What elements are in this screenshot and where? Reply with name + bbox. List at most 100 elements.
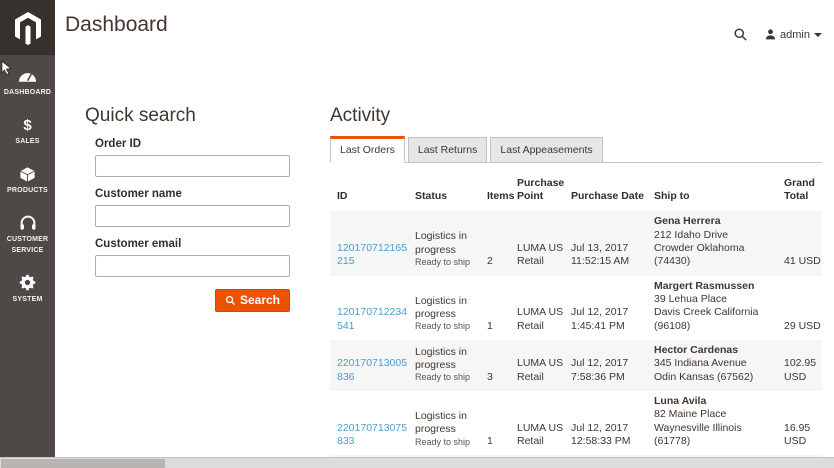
order-status-cell: Logistics in progress Ready to ship	[415, 391, 487, 455]
global-search-icon[interactable]	[733, 27, 748, 42]
purchase-time: 1:45:41 PM	[571, 319, 625, 332]
status-main: Logistics in progress	[415, 230, 467, 256]
caret-down-icon	[814, 32, 822, 37]
sidebar-item-products[interactable]: PRODUCTS	[0, 158, 55, 202]
gauge-icon	[18, 67, 37, 85]
scrollbar-thumb[interactable]	[1, 459, 165, 468]
table-row: 120170712165215 Logistics in progress Re…	[330, 211, 822, 276]
col-header-status: Status	[415, 190, 448, 203]
order-items-cell: 1	[487, 319, 493, 332]
col-header-id: ID	[337, 190, 348, 203]
purchase-time: 12:58:33 PM	[571, 434, 631, 447]
grand-total-cell: 41 USD	[784, 211, 822, 276]
activity-tabs: Last Orders Last Returns Last Appeasemen…	[330, 136, 822, 163]
ship-to-address2: Davis Creek California (96108)	[654, 306, 759, 332]
search-button[interactable]: Search	[214, 289, 290, 312]
purchase-point-line2: Retail	[517, 434, 544, 447]
header: Dashboard admin	[55, 0, 834, 55]
activity-title: Activity	[330, 105, 391, 126]
order-id-cell: 220170713005836	[330, 339, 415, 391]
order-id-cell: 220170713075833	[330, 391, 415, 455]
purchase-point-line2: Retail	[517, 255, 544, 268]
ship-to-name: Luna Avila	[654, 394, 707, 407]
admin-username: admin	[780, 28, 810, 41]
grand-total-cell: 16.95 USD	[784, 421, 811, 447]
purchase-point-line1: LUMA US	[517, 241, 564, 254]
grand-total-cell: 29 USD	[784, 319, 821, 332]
order-items-cell: 3	[487, 339, 517, 391]
order-status-cell: Logistics in progress Ready to ship	[415, 211, 487, 276]
purchase-point-line1: LUMA US	[517, 357, 564, 370]
status-main: Logistics in progress	[415, 410, 467, 436]
purchase-point-line2: Retail	[517, 370, 544, 383]
activity-panel: Activity Last Orders Last Returns Last A…	[330, 105, 822, 468]
sidebar-item-customer-service[interactable]: CUSTOMER SERVICE	[0, 207, 55, 261]
customer-email-label: Customer email	[95, 238, 182, 250]
ship-to-cell: Luna Avila 82 Maine Place Waynesville Il…	[654, 391, 784, 455]
order-id-field-group: Order ID	[95, 138, 290, 177]
tab-last-appeasements[interactable]: Last Appeasements	[490, 137, 603, 163]
order-id-input[interactable]	[95, 155, 290, 177]
purchase-date-cell: Jul 12, 2017 12:58:33 PM	[571, 391, 654, 455]
purchase-time: 7:58:36 PM	[571, 370, 625, 383]
order-items-cell: 1	[487, 434, 493, 447]
table-header-row: ID Status Items Purchase Point Purchase …	[330, 165, 822, 211]
sidebar-item-label: SALES	[15, 138, 40, 146]
person-icon	[765, 29, 776, 40]
quick-search-panel: Quick search Order ID Customer name Cust…	[85, 105, 290, 312]
order-status-cell: Logistics in progress Ready to ship	[415, 339, 487, 391]
sidebar-menu: DASHBOARD $ SALES PRODUCTS CUSTOMER SERV…	[0, 55, 55, 311]
admin-user-menu[interactable]: admin	[764, 28, 822, 41]
purchase-date-cell: Jul 13, 2017 11:52:15 AM	[571, 211, 654, 276]
ship-to-name: Gena Herrera	[654, 215, 721, 228]
ship-to-cell: Hector Cardenas 345 Indiana Avenue Odin …	[654, 339, 784, 391]
purchase-point-cell: LUMA US Retail	[517, 339, 571, 391]
col-header-purchase-point: Purchase Point	[517, 177, 565, 203]
ship-to-address2: Waynesville Illinois (61778)	[654, 421, 742, 447]
tab-last-orders[interactable]: Last Orders	[330, 136, 405, 163]
purchase-date: Jul 12, 2017	[571, 421, 629, 434]
customer-name-label: Customer name	[95, 188, 182, 200]
magento-logo[interactable]	[0, 0, 55, 55]
gear-icon	[19, 274, 36, 292]
purchase-point-cell: LUMA US Retail	[517, 391, 571, 455]
sidebar-item-label: PRODUCTS	[7, 187, 48, 195]
order-id-link[interactable]: 120170712234541	[337, 306, 407, 331]
table-row: 120170712234541 Logistics in progress Re…	[330, 276, 822, 340]
table-row: 220170713075833 Logistics in progress Re…	[330, 391, 822, 455]
purchase-date-cell: Jul 12, 2017 7:58:36 PM	[571, 339, 654, 391]
sidebar-item-system[interactable]: SYSTEM	[0, 267, 55, 311]
order-id-link[interactable]: 120170712165215	[337, 242, 407, 267]
purchase-point-line2: Retail	[517, 319, 544, 332]
order-id-link[interactable]: 220170713075833	[337, 422, 407, 447]
status-main: Logistics in progress	[415, 294, 467, 321]
table-row: 220170713005836 Logistics in progress Re…	[330, 339, 822, 391]
purchase-time: 11:52:15 AM	[571, 255, 630, 268]
magento-logo-icon	[14, 11, 41, 45]
order-id-link[interactable]: 220170713005836	[337, 357, 407, 382]
status-sub: Ready to ship	[415, 372, 471, 383]
magnifier-icon	[225, 295, 236, 305]
col-header-grand-total: Grand Total	[784, 177, 815, 203]
box-icon	[19, 165, 36, 183]
grand-total-cell: 102.95 USD	[784, 339, 822, 391]
sidebar-item-label: DASHBOARD	[3, 89, 52, 96]
ship-to-cell: Margert Rasmussen 39 Lehua Place Davis C…	[654, 276, 784, 340]
customer-name-input[interactable]	[95, 205, 290, 227]
ship-to-address2: Crowder Oklahoma (74430)	[654, 241, 745, 268]
status-main: Logistics in progress	[415, 345, 467, 372]
order-id-cell: 120170712234541	[330, 276, 415, 340]
quick-search-title: Quick search	[85, 105, 196, 126]
col-header-purchase-date: Purchase Date	[571, 190, 644, 203]
search-button-label: Search	[239, 293, 280, 307]
sidebar-item-label: CUSTOMER SERVICE	[6, 236, 49, 254]
tab-last-returns[interactable]: Last Returns	[407, 137, 488, 163]
mouse-cursor	[0, 60, 13, 80]
purchase-point-cell: LUMA US Retail	[517, 211, 571, 276]
sidebar-item-sales[interactable]: $ SALES	[0, 109, 55, 153]
header-actions: admin	[733, 27, 822, 42]
horizontal-scrollbar[interactable]	[0, 457, 834, 468]
col-header-items: Items	[487, 190, 515, 203]
customer-email-input[interactable]	[95, 255, 290, 277]
purchase-date: Jul 12, 2017	[571, 357, 629, 370]
